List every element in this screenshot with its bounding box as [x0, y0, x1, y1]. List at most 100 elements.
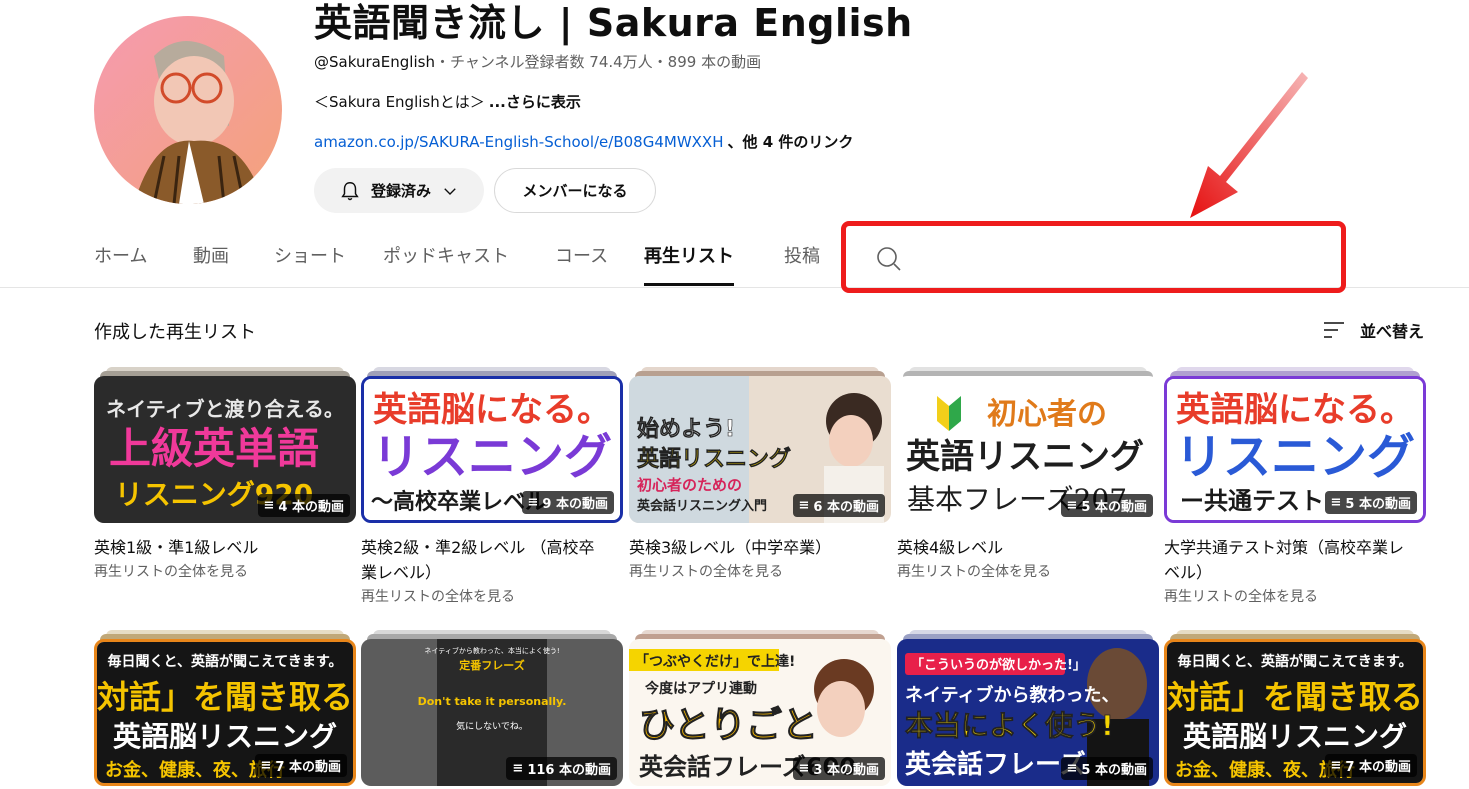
thumb-text: 英語脳になる。	[1176, 390, 1414, 430]
playlist-thumbnail[interactable]: 始めよう! 英語リスニング 初心者のための 英会話リスニング入門 ≡ 6 本の動画	[629, 376, 891, 523]
thumb-text: 英語脳リスニング	[113, 720, 337, 753]
external-link[interactable]: amazon.co.jp/SAKURA-English-School/e/B08…	[314, 133, 723, 151]
playlist-title[interactable]: 英検4級レベル	[897, 535, 1137, 560]
thumb-text: 始めよう!	[637, 416, 735, 442]
tab-playlists[interactable]: 再生リスト	[644, 238, 734, 286]
view-full-playlist-link[interactable]: 再生リストの全体を見る	[1164, 586, 1426, 606]
playlist-card[interactable]: 英語脳になる。 リスニング 〜高校卒業レベル ≡ 9 本の動画 英検2級・準2級レ…	[361, 367, 623, 606]
playlist-thumbnail[interactable]: 初心者の 英語リスニング 基本フレーズ207 ≡ 5 本の動画	[897, 376, 1159, 523]
thumb-text: 初心者の	[987, 397, 1107, 432]
thumb-text: ネイティブから教わった、本当によく使う!	[424, 646, 559, 655]
playlist-card[interactable]: 初心者の 英語リスニング 基本フレーズ207 ≡ 5 本の動画 英検4級レベル 再…	[897, 367, 1159, 581]
playlist-thumbnail[interactable]: 英語脳になる。 リスニング 〜高校卒業レベル ≡ 9 本の動画	[361, 376, 623, 523]
tab-posts[interactable]: 投稿	[784, 238, 820, 286]
view-full-playlist-link[interactable]: 再生リストの全体を見る	[361, 586, 623, 606]
section-title: 作成した再生リスト	[94, 322, 256, 343]
tab-home[interactable]: ホーム	[94, 238, 147, 286]
thumb-text: 〜高校卒業レベル	[371, 489, 547, 515]
thumb-text: ネイティブと渡り合える。	[106, 397, 344, 421]
playlist-card[interactable]: 毎日聞くと、英語が聞こえてきます。 「対話」を聞き取る。 英語脳リスニング お金…	[94, 630, 356, 786]
playlist-thumbnail[interactable]: ネイティブと渡り合える。 上級英単語 リスニング920 ≡ 4 本の動画	[94, 376, 356, 523]
playlist-icon: ≡	[798, 498, 810, 513]
thumb-text: リスニング	[1175, 429, 1415, 485]
chevron-down-icon	[444, 187, 456, 195]
thumb-text: 上級英単語	[109, 424, 319, 473]
bell-icon	[341, 181, 359, 200]
playlist-icon: ≡	[527, 495, 539, 510]
video-count-badge: ≡ 5 本の動画	[1060, 757, 1153, 780]
view-full-playlist-link[interactable]: 再生リストの全体を見る	[94, 561, 356, 581]
playlist-title[interactable]: 英検3級レベル（中学卒業）	[629, 535, 869, 560]
playlist-card[interactable]: 毎日聞くと、英語が聞こえてきます。 「対話」を聞き取る。 英語脳リスニング お金…	[1164, 630, 1426, 786]
channel-description[interactable]: ＜Sakura Englishとは＞ ...さらに表示	[314, 91, 581, 112]
thumb-text: 英語リスニング	[637, 446, 791, 472]
channel-title: 英語聞き流し | Sakura English	[314, 1, 913, 45]
thumb-text: 今度はアプリ連動	[644, 680, 757, 697]
thumb-text: 定番フレーズ	[459, 658, 524, 672]
thumb-text: 毎日聞くと、英語が聞こえてきます。	[1178, 653, 1413, 670]
playlist-thumbnail[interactable]: 毎日聞くと、英語が聞こえてきます。 「対話」を聞き取る。 英語脳リスニング お金…	[94, 639, 356, 786]
highlight-box	[841, 221, 1346, 293]
playlist-icon: ≡	[1066, 761, 1078, 776]
video-count-badge: ≡ 9 本の動画	[521, 491, 614, 514]
playlist-thumbnail[interactable]: 「こういうのが欲しかった!」 ネイティブから教わった、 本当によく使う! 英会話…	[897, 639, 1159, 786]
tab-videos[interactable]: 動画	[193, 238, 229, 286]
thumb-text: 英会話リスニング入門	[636, 498, 767, 514]
thumb-text: 「こういうのが欲しかった!」	[911, 657, 1086, 673]
thumb-text: 英語脳になる。	[373, 390, 611, 430]
tab-shorts[interactable]: ショート	[274, 238, 346, 286]
playlist-title[interactable]: 英検1級・準1級レベル	[94, 535, 334, 560]
playlist-card[interactable]: 「つぶやくだけ」で上達! 今度はアプリ連動 ひとりごと 英会話フレーズ600 ≡…	[629, 630, 891, 786]
video-count-badge: ≡ 4 本の動画	[257, 494, 350, 517]
playlist-thumbnail[interactable]: 毎日聞くと、英語が聞こえてきます。 「対話」を聞き取る。 英語脳リスニング お金…	[1164, 639, 1426, 786]
view-full-playlist-link[interactable]: 再生リストの全体を見る	[897, 561, 1159, 581]
thumb-text: 初心者のための	[637, 476, 742, 494]
playlist-card[interactable]: ネイティブから教わった、本当によく使う! 定番フレーズ Don't take i…	[361, 630, 623, 786]
video-count-badge: ≡ 5 本の動画	[1324, 491, 1417, 514]
playlist-card[interactable]: 「こういうのが欲しかった!」 ネイティブから教わった、 本当によく使う! 英会話…	[897, 630, 1159, 786]
show-more-link[interactable]: ...さらに表示	[489, 93, 581, 111]
video-count-badge: ≡ 6 本の動画	[792, 494, 885, 517]
tab-podcasts[interactable]: ポッドキャスト	[383, 238, 509, 286]
thumb-text: 英語脳リスニング	[1183, 720, 1407, 753]
playlist-title[interactable]: 大学共通テスト対策（高校卒業レベル）	[1164, 535, 1404, 585]
channel-avatar[interactable]	[94, 16, 282, 204]
sort-icon	[1324, 322, 1344, 338]
playlist-icon: ≡	[512, 761, 524, 776]
playlist-icon: ≡	[1330, 495, 1342, 510]
playlist-thumbnail[interactable]: 英語脳になる。 リスニング ー共通テスト ≡ 5 本の動画	[1164, 376, 1426, 523]
video-count-badge: ≡ 5 本の動画	[1060, 494, 1153, 517]
thumb-text: ー共通テスト	[1180, 487, 1324, 515]
video-count-badge: ≡ 3 本の動画	[792, 757, 885, 780]
thumb-text: 本当によく使う!	[905, 709, 1114, 742]
playlist-icon: ≡	[1330, 758, 1342, 773]
thumb-text: 毎日聞くと、英語が聞こえてきます。	[108, 653, 343, 670]
thumb-text: Don't take it personally.	[418, 695, 567, 708]
thumb-text: 「対話」を聞き取る。	[97, 678, 353, 716]
thumb-text: ひとりごと	[639, 705, 818, 746]
sort-label: 並べ替え	[1360, 322, 1425, 341]
sort-button[interactable]: 並べ替え	[1322, 318, 1424, 342]
description-text: ＜Sakura Englishとは＞	[314, 93, 485, 111]
tab-courses[interactable]: コース	[555, 238, 608, 286]
playlist-thumbnail[interactable]: 「つぶやくだけ」で上達! 今度はアプリ連動 ひとりごと 英会話フレーズ600 ≡…	[629, 639, 891, 786]
subscribed-label: 登録済み	[370, 182, 431, 200]
thumb-text: 英語リスニング	[906, 437, 1144, 477]
channel-links: amazon.co.jp/SAKURA-English-School/e/B08…	[314, 131, 853, 152]
playlist-thumbnail[interactable]: ネイティブから教わった、本当によく使う! 定番フレーズ Don't take i…	[361, 639, 623, 786]
playlist-icon: ≡	[1066, 498, 1078, 513]
thumb-text: リスニング	[372, 429, 612, 485]
playlist-card[interactable]: 始めよう! 英語リスニング 初心者のための 英会話リスニング入門 ≡ 6 本の動画…	[629, 367, 891, 581]
video-count-badge: ≡ 7 本の動画	[254, 754, 347, 777]
view-full-playlist-link[interactable]: 再生リストの全体を見る	[629, 561, 891, 581]
playlist-title[interactable]: 英検2級・準2級レベル （高校卒業レベル）	[361, 535, 601, 585]
playlist-icon: ≡	[798, 761, 810, 776]
thumb-text: 「対話」を聞き取る。	[1167, 678, 1423, 716]
more-links[interactable]: 、他 4 件のリンク	[727, 133, 853, 151]
subscribed-button[interactable]: 登録済み	[314, 168, 484, 213]
playlist-icon: ≡	[260, 758, 272, 773]
thumb-text: 「つぶやくだけ」で上達!	[635, 653, 795, 670]
join-member-button[interactable]: メンバーになる	[494, 168, 656, 213]
playlist-card[interactable]: 英語脳になる。 リスニング ー共通テスト ≡ 5 本の動画 大学共通テスト対策（高…	[1164, 367, 1426, 606]
playlist-card[interactable]: ネイティブと渡り合える。 上級英単語 リスニング920 ≡ 4 本の動画 英検1級…	[94, 367, 356, 581]
